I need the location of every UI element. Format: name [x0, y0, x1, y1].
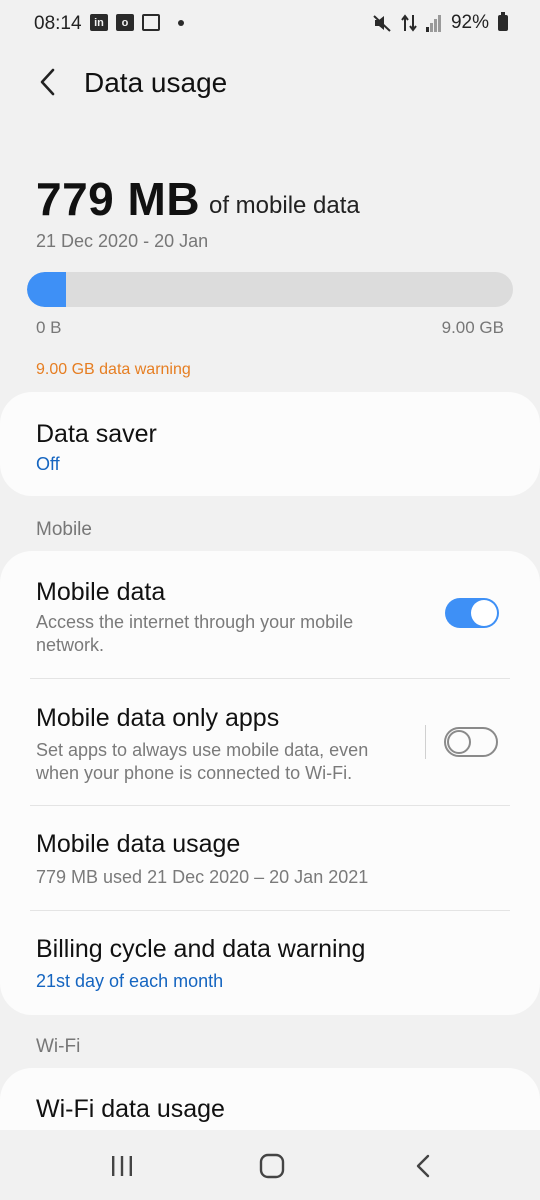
battery-percent: 92%	[450, 12, 489, 33]
data-warning-label: 9.00 GB data warning	[36, 361, 191, 378]
billing-cycle-desc: 21st day of each month	[36, 971, 224, 991]
section-label-wifi: Wi-Fi	[36, 1036, 81, 1057]
mobile-data-title: Mobile data	[36, 578, 166, 606]
vertical-separator	[425, 725, 426, 759]
billing-cycle-row[interactable]: Billing cycle and data warning 21st day …	[0, 911, 540, 1015]
toggle-knob	[447, 730, 471, 754]
mobile-card: Mobile data Access the internet through …	[0, 551, 540, 1015]
mobile-data-row[interactable]: Mobile data Access the internet through …	[0, 551, 540, 678]
mobile-data-desc-line1: Access the internet through your mobile	[36, 612, 354, 632]
notification-dot	[178, 19, 184, 26]
back-button[interactable]	[28, 62, 68, 102]
recents-button[interactable]	[97, 1146, 147, 1186]
battery-icon	[498, 12, 508, 31]
progress-min-label: 0 B	[36, 318, 62, 337]
navigation-bar	[0, 1130, 540, 1200]
usage-period: 21 Dec 2020 - 20 Jan	[36, 231, 209, 251]
nav-back-button[interactable]	[398, 1146, 448, 1186]
data-saver-status: Off	[36, 454, 60, 474]
app-header: Data usage	[0, 58, 540, 108]
section-label-mobile: Mobile	[36, 519, 92, 540]
mobile-data-only-apps-title: Mobile data only apps	[36, 704, 280, 732]
status-time: 08:14	[34, 13, 82, 34]
mobile-data-only-apps-row[interactable]: Mobile data only apps Set apps to always…	[0, 679, 540, 805]
wifi-card[interactable]: Wi-Fi data usage	[0, 1068, 540, 1130]
mobile-data-usage-row[interactable]: Mobile data usage 779 MB used 21 Dec 202…	[0, 806, 540, 910]
usage-progress-fill	[27, 272, 67, 307]
wifi-data-usage-title: Wi-Fi data usage	[36, 1095, 225, 1123]
mobile-data-usage-desc: 779 MB used 21 Dec 2020 – 20 Jan 2021	[36, 867, 369, 887]
home-icon	[259, 1153, 285, 1179]
recents-icon	[112, 1156, 132, 1176]
chevron-left-icon	[40, 68, 55, 96]
mobile-data-only-apps-desc-line1: Set apps to always use mobile data, even	[36, 740, 369, 760]
mobile-data-usage-title: Mobile data usage	[36, 830, 241, 858]
calendar-icon	[142, 14, 160, 31]
page-title: Data usage	[84, 67, 228, 98]
billing-cycle-title: Billing cycle and data warning	[36, 935, 366, 963]
toggle-knob	[471, 600, 497, 626]
status-right: 92%	[372, 12, 508, 34]
linkedin-icon: in	[90, 14, 108, 31]
usage-progress-bar	[27, 272, 513, 307]
status-app-icons: in o	[90, 14, 184, 31]
data-saver-card[interactable]: Data saver Off	[0, 392, 540, 496]
home-button[interactable]	[247, 1146, 297, 1186]
mute-icon	[373, 15, 391, 32]
progress-max-label: 9.00 GB	[441, 318, 504, 337]
back-icon	[416, 1154, 430, 1178]
status-bar: 08:14 in o 92%	[0, 0, 540, 48]
mobile-data-toggle[interactable]	[445, 598, 499, 628]
signal-icon	[425, 15, 441, 32]
mobile-data-desc-line2: network.	[36, 635, 105, 655]
data-saver-title: Data saver	[36, 420, 157, 448]
data-transfer-icon	[401, 14, 417, 32]
usage-amount: 779 MB	[36, 173, 201, 225]
mobile-data-only-apps-toggle[interactable]	[444, 727, 498, 757]
outlook-icon: o	[116, 14, 134, 31]
mobile-data-only-apps-desc-line2: when your phone is connected to Wi-Fi.	[36, 763, 353, 783]
usage-suffix: of mobile data	[209, 192, 360, 219]
